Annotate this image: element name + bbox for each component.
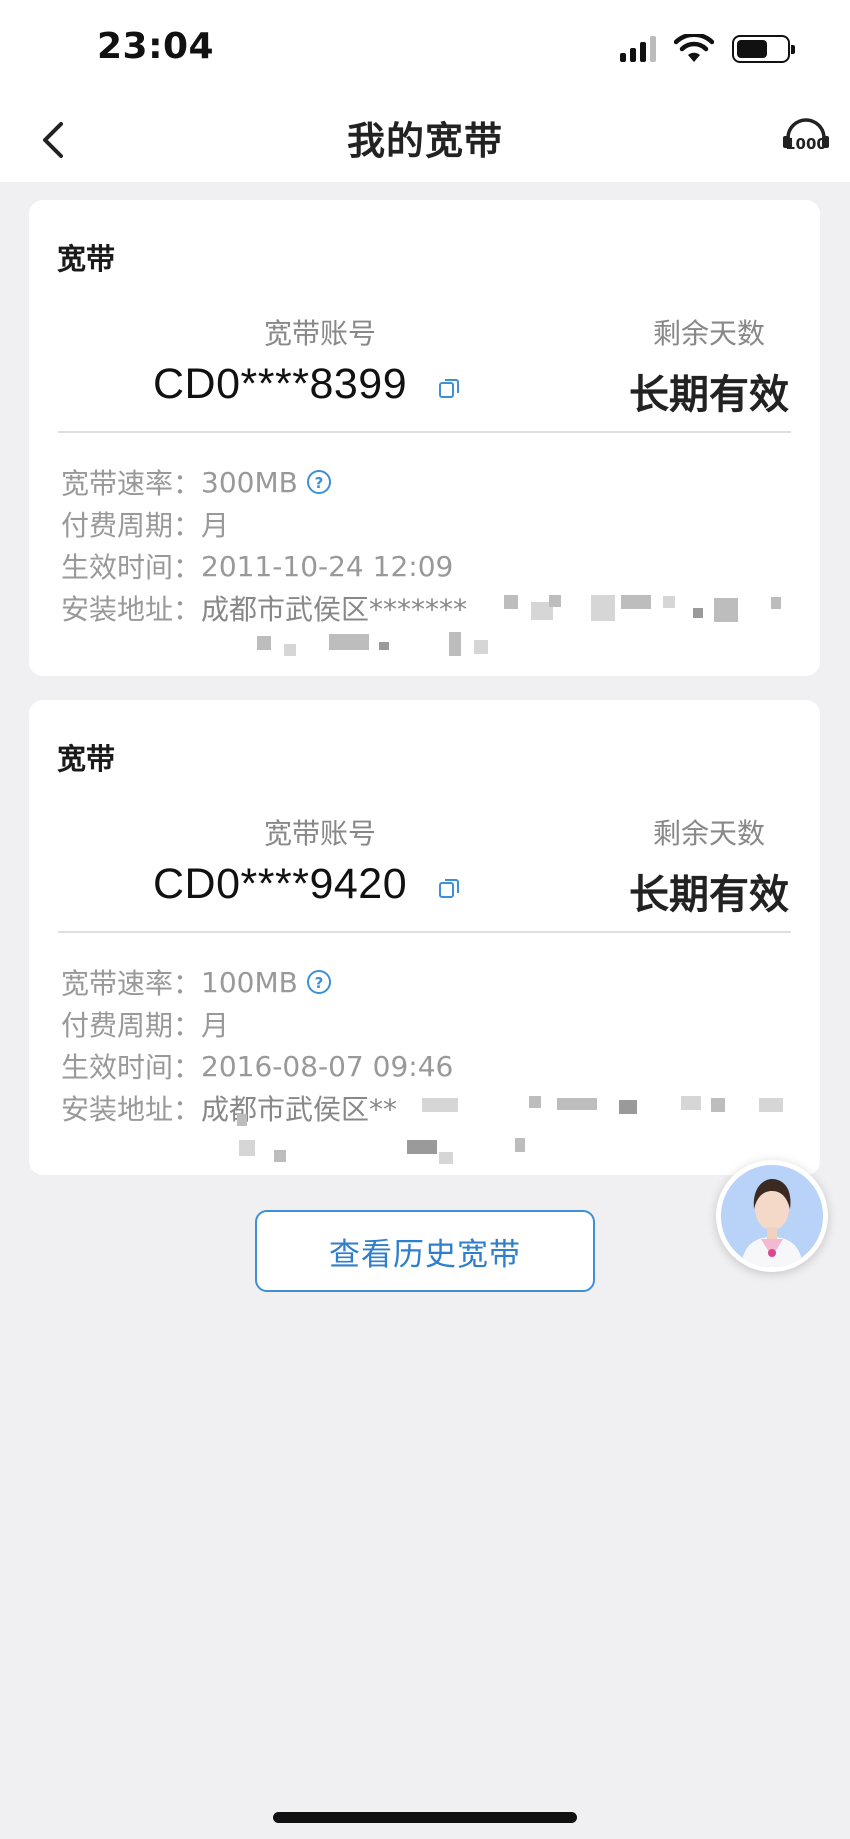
account-label: 宽带账号	[263, 817, 376, 850]
account-number: CD0****9420	[153, 860, 408, 908]
effective-value: 2011-10-24 12:09	[201, 549, 454, 583]
address-value: 成都市武侯区**	[201, 1093, 398, 1126]
address-label: 安装地址：	[61, 593, 202, 626]
address-label: 安装地址：	[61, 1093, 202, 1126]
status-icons	[620, 34, 795, 64]
home-indicator	[273, 1812, 577, 1823]
battery-icon	[732, 35, 795, 63]
help-icon[interactable]: ?	[306, 969, 332, 995]
copy-icon[interactable]	[437, 376, 461, 400]
speed-row: 宽带速率： 100MB ?	[61, 962, 332, 1002]
cellular-signal-icon	[620, 36, 656, 62]
speed-label: 宽带速率：	[61, 967, 202, 1000]
period-value: 月	[201, 509, 230, 542]
effective-row: 生效时间： 2011-10-24 12:09	[61, 546, 453, 586]
divider	[58, 931, 791, 933]
broadband-card: 宽带 宽带账号 剩余天数 CD0****9420 长期有效 宽带速率： 100M…	[29, 700, 820, 1175]
divider	[58, 431, 791, 433]
svg-text:?: ?	[314, 474, 323, 492]
nav-bar: 我的宽带 1000	[0, 100, 850, 182]
assistant-avatar[interactable]	[716, 1160, 828, 1272]
address-value: 成都市武侯区*******	[201, 593, 468, 626]
copy-icon[interactable]	[437, 876, 461, 900]
period-label: 付费周期：	[61, 1009, 202, 1042]
service-10000-icon[interactable]: 1000	[780, 112, 832, 164]
remaining-days-label: 剩余天数	[652, 817, 765, 850]
period-row: 付费周期： 月	[61, 504, 229, 544]
page-title: 我的宽带	[346, 119, 503, 163]
effective-label: 生效时间：	[61, 551, 202, 584]
effective-row: 生效时间： 2016-08-07 09:46	[61, 1046, 453, 1086]
period-label: 付费周期：	[61, 509, 202, 542]
remaining-days-label: 剩余天数	[652, 317, 765, 350]
speed-value: 300MB	[201, 465, 298, 499]
card-title: 宽带	[57, 242, 116, 276]
wifi-icon	[674, 34, 714, 62]
remaining-days-value: 长期有效	[629, 872, 789, 918]
period-value: 月	[201, 1009, 230, 1042]
remaining-days-value: 长期有效	[629, 372, 789, 418]
assistant-portrait	[721, 1165, 823, 1267]
address-row: 安装地址： 成都市武侯区*******	[61, 588, 467, 628]
svg-text:?: ?	[314, 974, 323, 992]
status-bar: 23:04	[0, 0, 850, 100]
effective-value: 2016-08-07 09:46	[201, 1049, 454, 1083]
broadband-card: 宽带 宽带账号 剩余天数 CD0****8399 长期有效 宽带速率： 300M…	[29, 200, 820, 676]
effective-label: 生效时间：	[61, 1051, 202, 1084]
account-label: 宽带账号	[263, 317, 376, 350]
speed-value: 100MB	[201, 965, 298, 999]
card-title: 宽带	[57, 742, 116, 776]
view-history-broadband-button[interactable]: 查看历史宽带	[255, 1210, 595, 1292]
speed-row: 宽带速率： 300MB ?	[61, 462, 332, 502]
status-time: 23:04	[97, 26, 215, 67]
svg-text:1000: 1000	[785, 135, 827, 153]
account-number: CD0****8399	[153, 360, 408, 408]
period-row: 付费周期： 月	[61, 1004, 229, 1044]
speed-label: 宽带速率：	[61, 467, 202, 500]
address-row: 安装地址： 成都市武侯区**	[61, 1088, 397, 1128]
help-icon[interactable]: ?	[306, 469, 332, 495]
